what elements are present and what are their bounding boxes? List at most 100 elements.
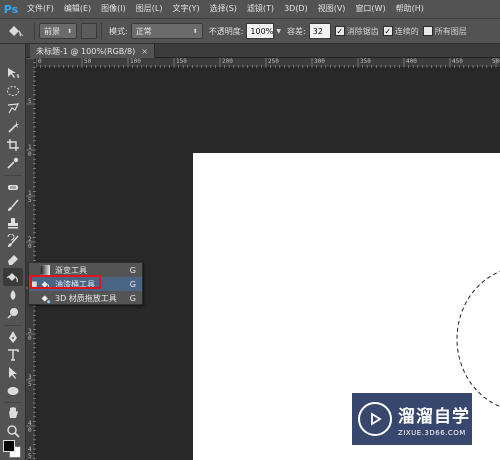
document-tab-title: 未标题-1 @ 100%(RGB/8) [36,46,136,56]
ruler-label: 100 [130,58,141,65]
watermark-title: 溜溜自学 [398,406,470,427]
clone-stamp-tool[interactable] [3,214,23,232]
updown-arrow-icon: ⬍ [66,27,72,35]
options-separator [34,22,35,40]
opacity-label: 不透明度: [208,26,244,36]
menu-select[interactable]: 选择(S) [205,0,242,18]
spot-healing-icon [8,185,18,190]
crop-tool[interactable] [3,136,23,154]
contiguous-option[interactable]: ✓ 连续的 [382,26,419,37]
pen-tool[interactable] [3,328,23,346]
contiguous-checkbox[interactable]: ✓ [382,26,393,36]
antialias-checkbox[interactable]: ✓ [334,26,345,36]
ruler-ticks-vertical [26,58,36,459]
eyedropper-icon [7,157,19,169]
ruler-label: 1 [28,190,32,197]
menu-layer[interactable]: 图层(L) [131,0,168,18]
tolerance-input[interactable]: 32 [308,23,331,39]
ruler-label: 3 [28,328,32,335]
fill-source-select[interactable]: 前景 ⬍ [39,23,77,39]
history-brush-tool[interactable] [3,232,23,250]
flyout-item-shortcut: G [129,279,136,289]
paint-bucket-tool[interactable] [3,268,23,286]
flyout-item-label: 3D 材质拖放工具 [55,293,117,303]
magic-wand-tool[interactable] [3,118,23,136]
3d-material-drop-icon [39,292,51,304]
healing-brush-tool[interactable] [3,178,23,196]
watermark-subtitle: ZIXUE.3D66.COM [398,428,466,437]
move-tool[interactable] [3,64,23,82]
highlight-annotation-box [30,275,101,289]
marquee-tool[interactable] [3,82,23,100]
flyout-item-shortcut: G [129,265,136,275]
tool-preset-picker[interactable] [0,20,30,42]
shape-tool[interactable] [3,382,23,400]
paint-bucket-icon [9,26,24,37]
hand-tool[interactable] [3,404,23,422]
menu-view[interactable]: 视图(V) [313,0,351,18]
ruler-label: 5 [28,98,32,105]
options-bar: 前景 ⬍ 模式: 正常 ⬍ 不透明度: 100% ▼ 容差: 32 ✓ 消除锯齿… [0,18,500,44]
type-icon [8,349,19,361]
path-selection-tool[interactable] [3,364,23,382]
pattern-picker[interactable] [81,23,97,39]
ruler-label: 5 [28,197,32,204]
eraser-tool[interactable] [3,250,23,268]
menu-help[interactable]: 帮助(H) [391,0,429,18]
tool-separator [4,175,22,176]
menu-bar: Ps 文件(F) 编辑(E) 图像(I) 图层(L) 文字(Y) 选择(S) 滤… [0,0,500,18]
antialias-label: 消除锯齿 [346,26,379,36]
document-tab[interactable]: 未标题-1 @ 100%(RGB/8) × [30,44,155,58]
mode-select[interactable]: 正常 ⬍ [130,23,203,39]
options-separator [101,22,102,40]
blur-tool[interactable] [3,286,23,304]
menu-edit[interactable]: 编辑(E) [59,0,96,18]
dodge-tool[interactable] [3,304,23,322]
menu-window[interactable]: 窗口(W) [350,0,390,18]
move-icon [8,68,20,78]
magic-wand-icon [8,121,19,133]
path-selection-icon [9,367,17,379]
flyout-item-3d-material-drop[interactable]: 3D 材质拖放工具 G [29,291,142,305]
all-layers-checkbox[interactable] [422,26,433,36]
ruler-label: 250 [268,58,279,65]
menu-file[interactable]: 文件(F) [22,0,59,18]
fill-source-value: 前景 [44,26,60,36]
updown-arrow-icon: ⬍ [192,27,198,35]
menu-image[interactable]: 图像(I) [96,0,131,18]
ruler-label: 200 [222,58,233,65]
document-tab-bar: 未标题-1 @ 100%(RGB/8) × [26,44,500,58]
opacity-input[interactable]: 100% [246,23,275,39]
tool-separator [4,325,22,326]
eyedropper-tool[interactable] [3,154,23,172]
paint-bucket-icon [6,273,18,283]
all-layers-option[interactable]: 所有图层 [422,26,467,37]
ruler-label: 0 [28,427,32,434]
brush-tool[interactable] [3,196,23,214]
foreground-color[interactable] [3,440,15,452]
close-icon[interactable]: × [141,47,148,56]
antialias-option[interactable]: ✓ 消除锯齿 [334,26,379,37]
polygonal-lasso-icon [7,103,20,114]
lasso-tool[interactable] [3,100,23,118]
ruler-label: 5 [28,381,32,388]
ellipse-shape-icon [7,387,19,395]
all-layers-label: 所有图层 [434,26,467,36]
color-swatches[interactable] [2,436,24,458]
menu-3d[interactable]: 3D(D) [279,0,313,18]
ruler-label: 450 [452,58,463,65]
dropdown-arrow-icon[interactable]: ▼ [276,28,281,35]
history-brush-icon [7,234,19,247]
ruler-label: 5 [28,453,32,460]
elliptical-marquee-icon [7,86,19,96]
horizontal-ruler: 0 50 100 150 200 250 300 350 400 450 500 [36,58,500,68]
blur-icon [10,290,16,300]
play-logo-icon [358,402,392,436]
type-tool[interactable] [3,346,23,364]
ruler-label: 0 [38,58,42,65]
menu-filter[interactable]: 滤镜(T) [242,0,279,18]
photoshop-logo: Ps [3,2,19,16]
ruler-label: 350 [360,58,371,65]
menu-type[interactable]: 文字(Y) [167,0,204,18]
ruler-label: 0 [28,335,32,342]
